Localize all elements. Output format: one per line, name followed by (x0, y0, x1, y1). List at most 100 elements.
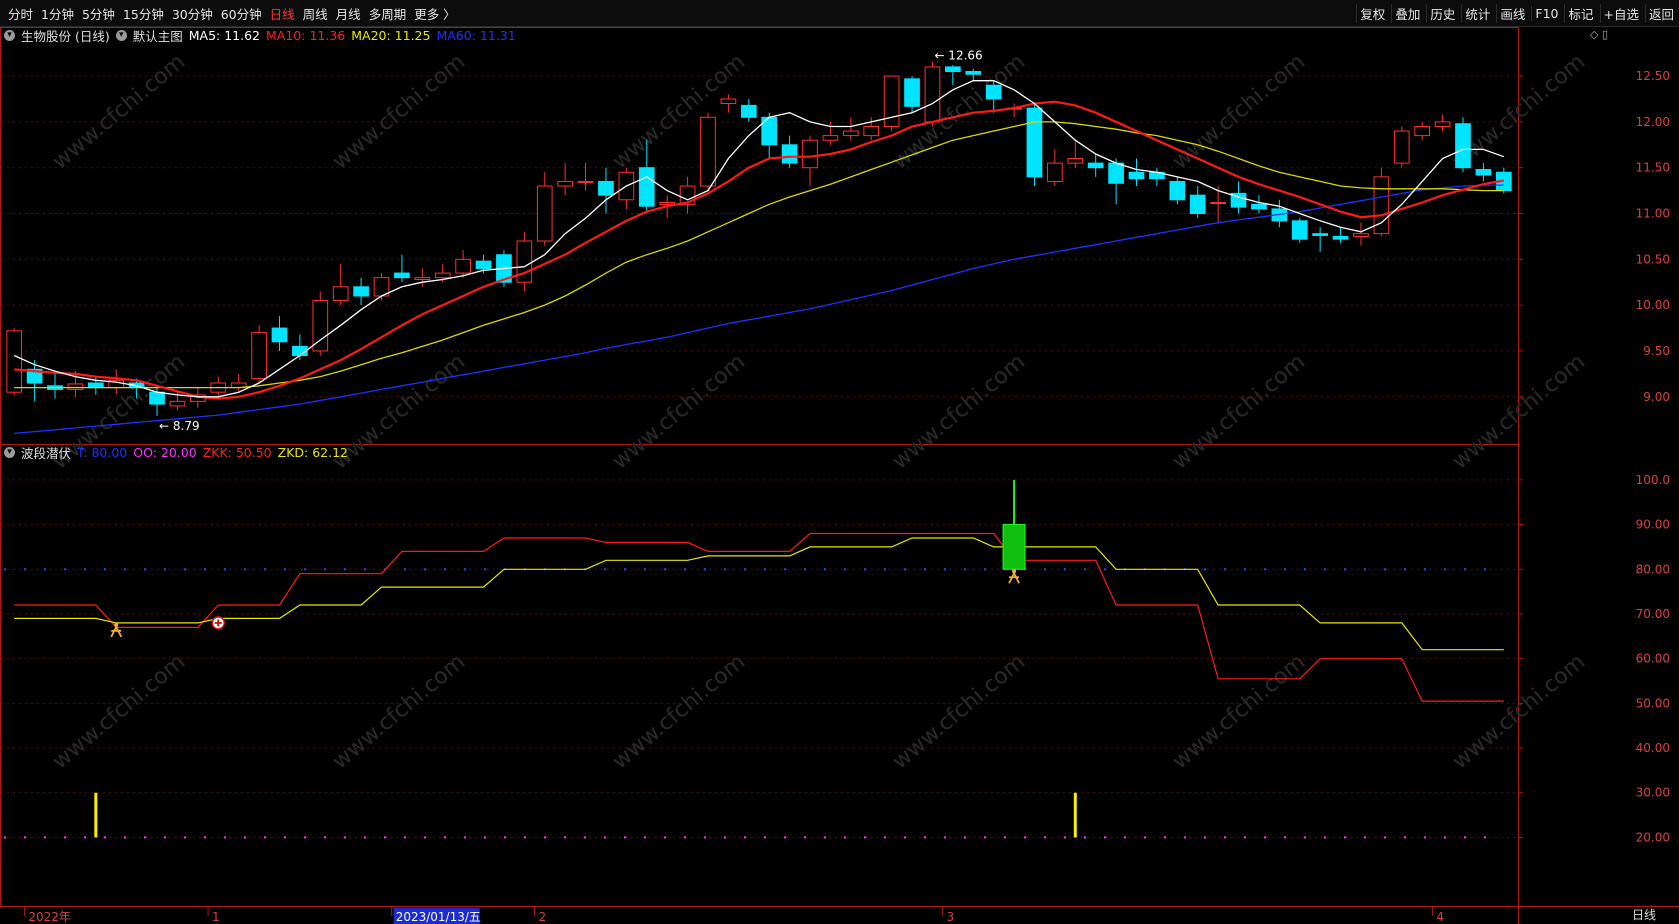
indicator-tick-label: 40.00 (1636, 741, 1670, 755)
candle-body (1475, 169, 1492, 176)
candle-body (394, 272, 410, 279)
candle-body (659, 202, 676, 205)
ma20-line (14, 121, 1504, 389)
template-name[interactable]: 默认主图 (133, 26, 183, 45)
candle-body (822, 135, 839, 141)
low-marker: ← 8.79 (159, 419, 200, 433)
candle-body (781, 144, 798, 164)
indicator-tick-label: 100.0 (1636, 473, 1670, 487)
candle-body (700, 116, 716, 187)
settings-icon[interactable]: ▾ (115, 29, 127, 41)
candle-body (638, 167, 655, 207)
candle-body (1393, 130, 1410, 164)
price-tick-label: 9.50 (1643, 344, 1670, 358)
candle-body (475, 260, 492, 269)
candle-body (6, 330, 23, 393)
candle-body (1067, 158, 1084, 164)
time-label: 3 (947, 910, 955, 924)
watermark: www.cfchi.com (888, 649, 1030, 774)
candle-body (1291, 220, 1308, 240)
price-tick-label: 12.50 (1636, 69, 1670, 83)
time-label: 2023/01/13/五 (396, 910, 481, 924)
candle-body (353, 286, 369, 297)
zkd-label: ZKD: 62.12 (277, 444, 348, 460)
time-label: 2 (539, 910, 547, 924)
candle-body (516, 240, 533, 283)
candle-body (720, 98, 737, 105)
candle-body (455, 258, 471, 274)
candle-body (904, 78, 920, 107)
candle-body (332, 286, 349, 302)
stock-chart[interactable]: www.cfchi.com www.cfchi.com www.cfchi.com w… (0, 0, 1679, 924)
candle-body (1189, 194, 1206, 215)
indicator-tick-label: 50.00 (1636, 696, 1670, 710)
price-tick-label: 9.00 (1643, 390, 1670, 404)
collapse-icon[interactable]: ▾ (4, 29, 15, 41)
candle-body (1251, 203, 1267, 210)
candle-body (271, 327, 288, 343)
high-marker: ← 12.66 (934, 48, 982, 62)
t-label: T: 80.00 (77, 444, 128, 460)
watermark: www.cfchi.com (1168, 349, 1310, 474)
zkd-line (14, 537, 1504, 651)
watermark: www.cfchi.com (328, 49, 470, 174)
oo-label: OO: 20.00 (133, 444, 197, 460)
candle-body (985, 84, 1002, 100)
candle-body (1026, 107, 1043, 178)
ma20-label: MA20: 11.25 (351, 27, 431, 43)
watermark: www.cfchi.com (328, 649, 470, 774)
diamond-icon[interactable]: ◇ ▯ (1590, 28, 1608, 41)
watermark: www.cfchi.com (48, 649, 190, 774)
time-label: 4 (1436, 910, 1444, 924)
indicator-tick-label: 90.00 (1636, 518, 1670, 532)
candle-body (1312, 233, 1328, 237)
candle-body (536, 185, 553, 242)
candle-body (1210, 202, 1226, 205)
candle-body (842, 130, 859, 137)
candle-body (149, 391, 165, 405)
time-label: 2022年 (28, 910, 71, 924)
candle-body (924, 66, 941, 123)
candle-body (577, 180, 594, 183)
watermark: www.cfchi.com (608, 349, 750, 474)
watermark: www.cfchi.com (48, 49, 190, 174)
candle-body (1434, 121, 1451, 127)
signal-bar (1073, 792, 1077, 838)
period-label: 日线 (1632, 908, 1657, 922)
candle-body (1087, 162, 1104, 169)
watermark: www.cfchi.com (608, 649, 750, 774)
ma10-line (14, 100, 1504, 400)
candle-body (1353, 233, 1369, 237)
stock-name: 生物股份 (日线) (21, 28, 110, 44)
indicator-tick-label: 80.00 (1636, 562, 1670, 576)
candle-body (1332, 235, 1349, 240)
indicator-collapse-icon[interactable]: ▾ (4, 446, 15, 458)
price-tick-label: 12.00 (1636, 115, 1670, 129)
price-tick-label: 11.00 (1636, 207, 1670, 221)
ma60-label: MA60: 11.31 (436, 27, 516, 43)
candle-body (1414, 125, 1431, 137)
ma10-label: MA10: 11.36 (266, 27, 346, 43)
indicator-tick-label: 20.00 (1636, 830, 1670, 844)
zkk-label: ZKK: 50.50 (202, 444, 272, 460)
candle-body (1108, 162, 1124, 184)
ma5-line (13, 80, 1505, 398)
candle-body (1169, 180, 1186, 201)
indicator-name[interactable]: 波段潜伏 (21, 443, 71, 462)
candle-body (740, 104, 757, 118)
candle-body (434, 272, 451, 279)
candle-body (1455, 123, 1471, 169)
main-chart-legend: ▾ 生物股份 (日线) ▾ 默认主图 MA5: 11.62 MA10: 11.3… (4, 26, 522, 45)
figure-icon (1008, 571, 1020, 584)
candle-body (414, 277, 431, 280)
candle-body (863, 125, 880, 137)
price-tick-label: 10.50 (1636, 252, 1670, 266)
price-tick-label: 10.00 (1636, 298, 1670, 312)
indicator-tick-label: 30.00 (1636, 786, 1670, 800)
ma5-label: MA5: 11.62 (188, 27, 261, 43)
green-block (1002, 524, 1026, 570)
watermark: www.cfchi.com (888, 349, 1030, 474)
candle-body (1047, 162, 1063, 182)
indicator-tick-label: 70.00 (1636, 607, 1670, 621)
watermark: www.cfchi.com (1168, 649, 1310, 774)
